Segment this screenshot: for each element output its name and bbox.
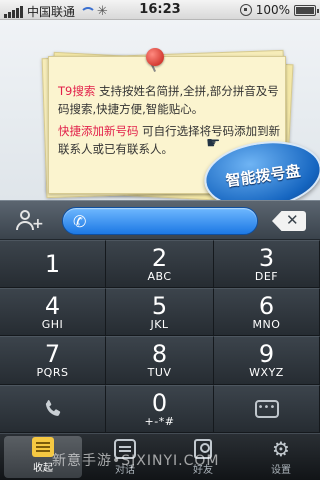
- dial-keypad: 1 2 ABC 3 DEF 4 GHI 5 JKL 6 MNO 7 PQRS 8 TUV 9W…: [0, 240, 320, 433]
- bottom-tab-bar: 收起 对话 好友 ⚙ 设置: [0, 433, 320, 480]
- status-right: 100%: [239, 3, 319, 17]
- key-8[interactable]: 8 TUV: [106, 336, 214, 385]
- key-9[interactable]: 9 WXYZ: [214, 336, 320, 385]
- key-letters: MNO: [252, 317, 281, 331]
- pointer-hand-icon: ☛: [206, 133, 221, 152]
- key-letters: DEF: [254, 269, 279, 283]
- tab-label: 对话: [115, 465, 135, 476]
- phone-call-icon: [45, 400, 60, 416]
- key-digit: 8: [151, 340, 168, 368]
- key-letters: PQRS: [36, 366, 69, 379]
- key-digit: 0: [151, 388, 168, 417]
- tip-t9: T9搜索 支持按姓名简拼,全拼,部分拼音及号码搜索,快捷方便,智能贴心。: [58, 82, 284, 118]
- key-digit: 4: [44, 291, 61, 320]
- call-button[interactable]: [0, 385, 106, 433]
- tab-settings[interactable]: ⚙ 设置: [242, 434, 320, 480]
- tip-t9-title: T9搜索: [58, 84, 96, 98]
- key-digit: 5: [151, 291, 168, 320]
- rotation-lock-icon: [239, 4, 252, 16]
- tips-area: T9搜索 支持按姓名简拼,全拼,部分拼音及号码搜索,快捷方便,智能贴心。 快捷添…: [0, 20, 320, 216]
- key-letters: JKL: [150, 317, 169, 331]
- key-letters: +-*#: [144, 414, 175, 428]
- tip-add-number-title: 快捷添加新号码: [58, 124, 139, 138]
- backspace-button[interactable]: ✕: [272, 211, 306, 231]
- key-letters: ABC: [147, 269, 172, 283]
- pushpin-icon: [146, 48, 164, 66]
- tab-chat[interactable]: 对话: [86, 434, 164, 480]
- delete-x-icon: ✕: [286, 211, 299, 229]
- key-3[interactable]: 3 DEF: [214, 240, 320, 288]
- battery-icon: [294, 4, 319, 16]
- phone-number-field[interactable]: ✆: [62, 207, 258, 235]
- status-bar: 中国联通 ✳ 16:23 100%: [0, 0, 320, 20]
- key-digit: 7: [44, 340, 61, 368]
- tab-label: 设置: [271, 465, 291, 476]
- add-contact-icon[interactable]: +: [16, 210, 44, 232]
- key-letters: TUV: [147, 366, 172, 379]
- key-digit: 6: [258, 291, 275, 320]
- chat-icon: [114, 439, 136, 459]
- tab-label: 好友: [193, 465, 213, 476]
- key-digit: 1: [44, 249, 61, 278]
- key-7[interactable]: 7 PQRS: [0, 336, 106, 385]
- tab-collapse[interactable]: 收起: [4, 436, 82, 478]
- gear-icon: ⚙: [272, 437, 290, 461]
- friends-icon: [194, 439, 212, 459]
- dial-input-bar: + ✆ ✕: [0, 200, 320, 240]
- battery-percent: 100%: [255, 3, 290, 17]
- key-digit: 9: [258, 340, 275, 368]
- key-6[interactable]: 6 MNO: [214, 288, 320, 336]
- message-icon: •••: [254, 400, 279, 418]
- key-5[interactable]: 5 JKL: [106, 288, 214, 336]
- key-letters: GHI: [41, 317, 64, 331]
- key-0[interactable]: 0 +-*#: [106, 385, 214, 433]
- key-2[interactable]: 2 ABC: [106, 240, 214, 288]
- message-button[interactable]: •••: [214, 385, 320, 433]
- phone-icon: ✆: [73, 212, 87, 231]
- key-letters: WXYZ: [249, 366, 284, 379]
- key-digit: 3: [258, 243, 275, 272]
- tab-label: 收起: [33, 463, 53, 474]
- key-digit: 2: [151, 243, 168, 272]
- key-1[interactable]: 1: [0, 240, 106, 288]
- tab-friends[interactable]: 好友: [164, 434, 242, 480]
- key-4[interactable]: 4 GHI: [0, 288, 106, 336]
- collapse-icon: [32, 437, 54, 457]
